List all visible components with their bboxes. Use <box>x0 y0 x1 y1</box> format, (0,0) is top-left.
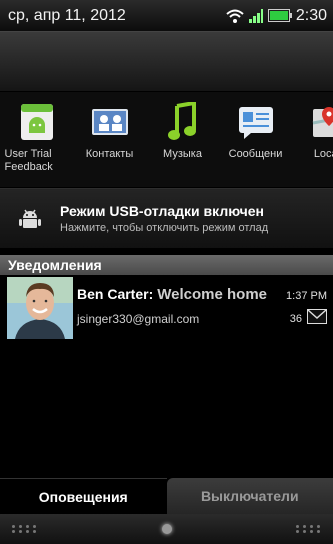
avatar <box>7 277 73 339</box>
contacts-icon <box>90 102 130 142</box>
notification-time: 1:37 PM <box>286 290 327 302</box>
android-debug-icon <box>0 206 60 232</box>
app-label: Locati <box>313 148 333 160</box>
app-location[interactable]: Locati <box>292 92 333 187</box>
tab-alerts[interactable]: Оповещения <box>0 478 167 514</box>
app-user-trial-feedback[interactable]: User Trial Feedback <box>0 92 73 187</box>
status-time: 2:30 <box>295 6 327 24</box>
notifications-empty-area <box>0 340 333 478</box>
email-notification[interactable]: Ben Carter: Welcome home 1:37 PM jsinger… <box>0 276 333 340</box>
mail-icon <box>307 309 327 329</box>
music-note-icon <box>163 102 203 142</box>
shade-tabs: Оповещения Выключатели <box>0 478 333 514</box>
android-feedback-icon <box>17 102 57 142</box>
grip-dots-right-icon <box>296 525 321 533</box>
usb-debug-notification[interactable]: Режим USB-отладки включен Нажмите, чтобы… <box>0 188 333 248</box>
tab-switches[interactable]: Выключатели <box>166 478 333 514</box>
app-label: Музыка <box>163 148 202 160</box>
messages-icon <box>236 102 276 142</box>
notification-count: 36 <box>289 313 302 325</box>
wifi-icon <box>226 9 244 23</box>
notification-subject: Welcome home <box>157 286 268 303</box>
location-icon <box>309 102 333 142</box>
notification-sender: Ben Carter: <box>77 286 154 302</box>
recent-apps: User Trial Feedback Контакты Музыка Сооб… <box>0 92 333 187</box>
status-bar: ср, апр 11, 2012 2:30 <box>0 0 333 32</box>
app-label: Сообщени <box>228 148 283 160</box>
signal-icon <box>248 8 263 23</box>
handle-knob-icon <box>161 524 172 534</box>
app-music[interactable]: Музыка <box>146 92 219 187</box>
status-date: ср, апр 11, 2012 <box>8 6 126 24</box>
battery-icon <box>267 9 292 22</box>
app-label: User Trial Feedback <box>4 148 53 173</box>
shade-header <box>0 32 333 92</box>
usb-debug-subtitle: Нажмите, чтобы отключить режим отлад <box>60 222 269 234</box>
shade-drag-handle[interactable] <box>0 514 333 544</box>
status-icons <box>226 8 292 24</box>
app-contacts[interactable]: Контакты <box>73 92 146 187</box>
notifications-header: Уведомления <box>0 255 333 275</box>
grip-dots-left-icon <box>12 525 37 533</box>
usb-debug-title: Режим USB-отладки включен <box>60 203 265 219</box>
notification-account: jsinger330@gmail.com <box>77 312 200 326</box>
app-label: Контакты <box>85 148 134 160</box>
app-messages[interactable]: Сообщени <box>219 92 292 187</box>
